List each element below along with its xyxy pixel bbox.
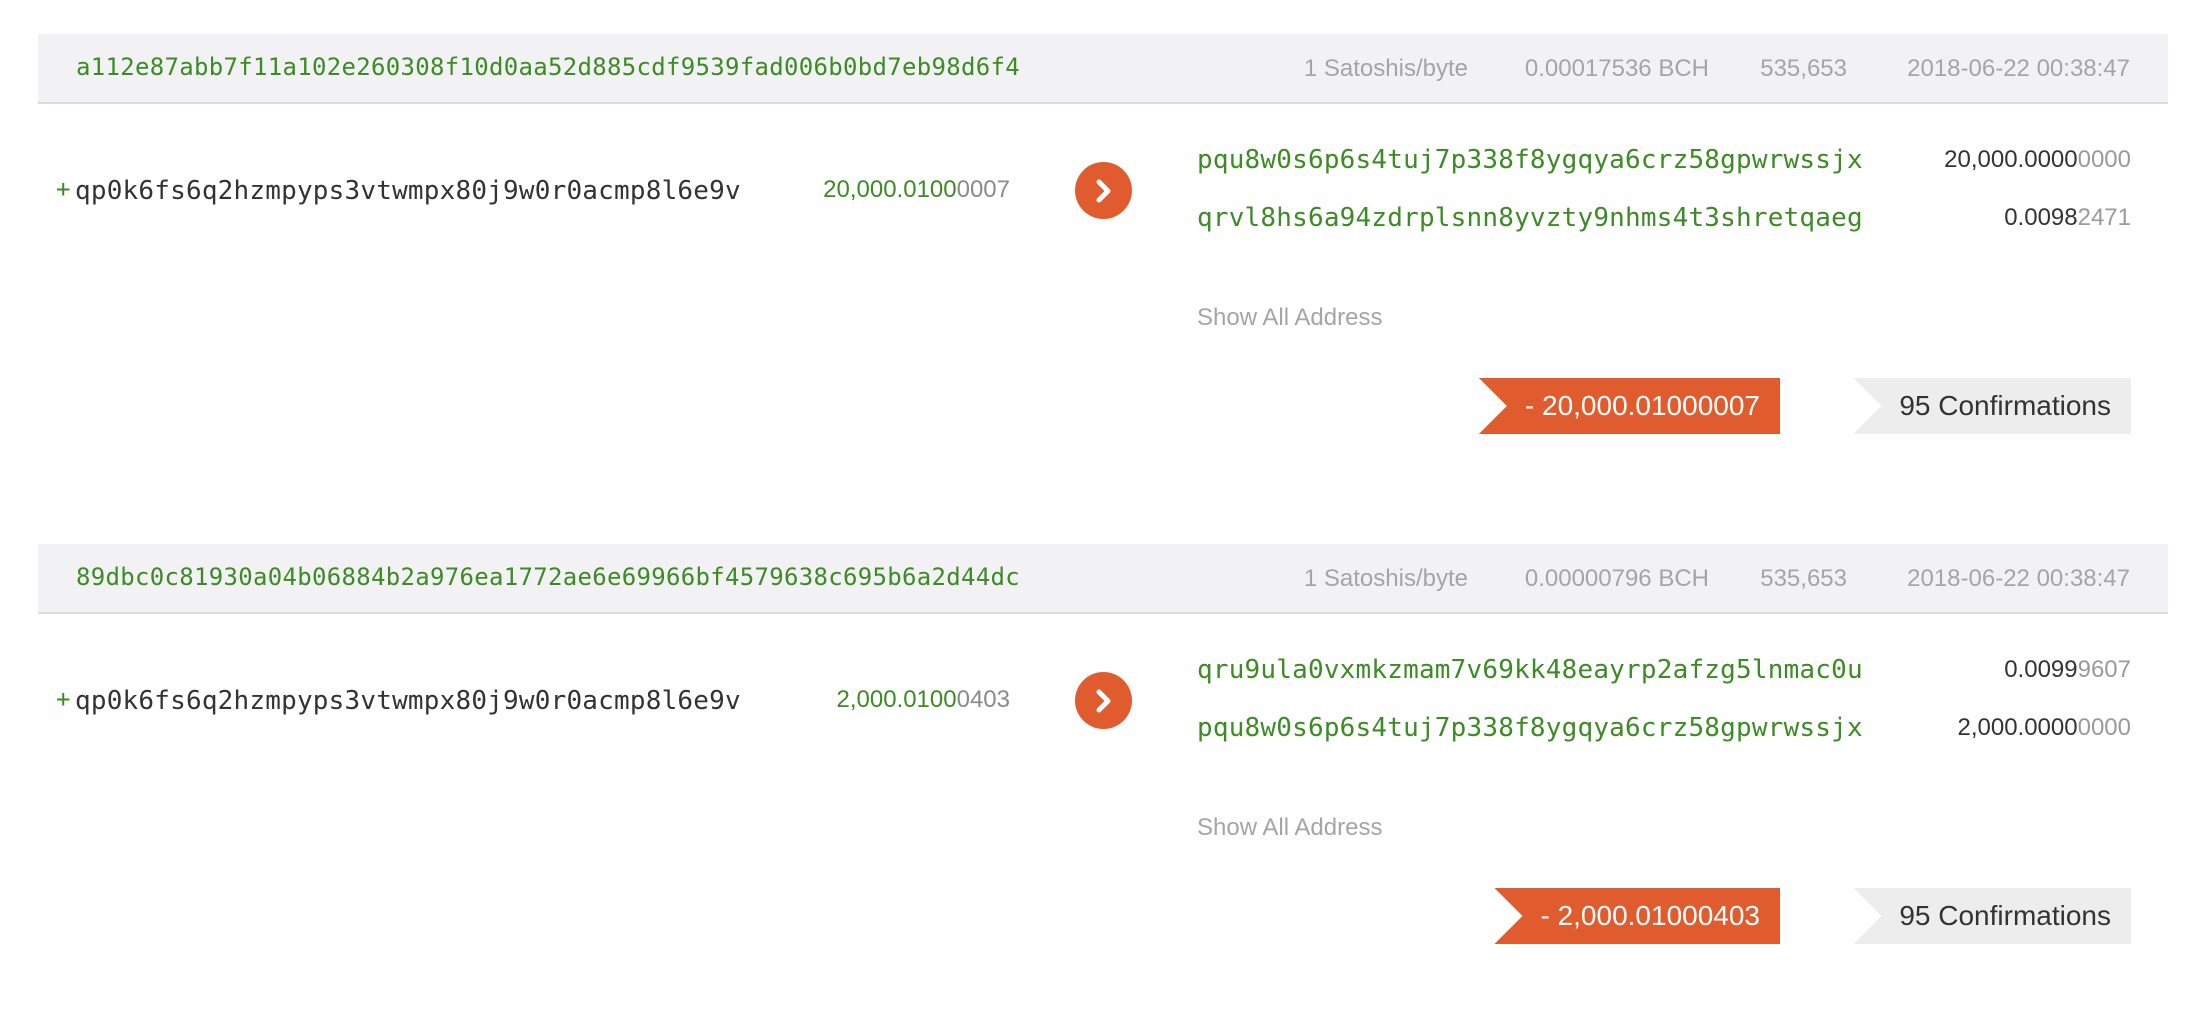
fee-rate: 1 Satoshis/byte <box>1303 565 1468 592</box>
input-amount: 2,000.01000403 <box>836 686 1010 714</box>
output-amount-minor: 0000 <box>2077 714 2131 741</box>
show-all-address-link[interactable]: Show All Address <box>1197 304 1382 332</box>
fee-rate: 1 Satoshis/byte <box>1303 55 1468 82</box>
fee-amount: 0.00000796 BCH <box>1524 565 1709 592</box>
input-plus-icon: + <box>56 175 71 203</box>
output-amount: 0.00999607 <box>2004 656 2131 684</box>
confirmations-badge: 95 Confirmations <box>1853 888 2131 944</box>
output-amount-minor: 9607 <box>2077 656 2131 683</box>
input-address: qp0k6fs6q2hzmpyps3vtwmpx80j9w0r0acmp8l6e… <box>75 686 741 716</box>
output-amount-minor: 0000 <box>2077 146 2131 173</box>
arrow-button[interactable] <box>1075 672 1132 729</box>
input-amount-minor: 0403 <box>956 686 1010 713</box>
output-amount-major: 0.0098 <box>2004 204 2078 231</box>
output-address-link[interactable]: pqu8w0s6p6s4tuj7p338f8ygqya6crz58gpwrwss… <box>1197 713 1863 743</box>
input-address: qp0k6fs6q2hzmpyps3vtwmpx80j9w0r0acmp8l6e… <box>75 176 741 206</box>
total-amount-badge: - 20,000.01000007 <box>1478 378 1780 434</box>
output-amount: 0.00982471 <box>2004 204 2131 232</box>
show-all-address-link[interactable]: Show All Address <box>1197 814 1382 842</box>
transaction-hash-link[interactable]: a112e87abb7f11a102e260308f10d0aa52d885cd… <box>76 53 1020 81</box>
input-amount-major: 2,000.0100 <box>836 686 957 713</box>
chevron-right-icon <box>1096 689 1111 713</box>
total-amount-badge: - 2,000.01000403 <box>1494 888 1780 944</box>
transaction-hash-link[interactable]: 89dbc0c81930a04b06884b2a976ea1772ae6e699… <box>76 563 1020 591</box>
output-address-link[interactable]: pqu8w0s6p6s4tuj7p338f8ygqya6crz58gpwrwss… <box>1197 145 1863 175</box>
transaction-card: 89dbc0c81930a04b06884b2a976ea1772ae6e699… <box>0 510 2208 1020</box>
transaction-header: 89dbc0c81930a04b06884b2a976ea1772ae6e699… <box>38 544 2168 614</box>
transaction-card: a112e87abb7f11a102e260308f10d0aa52d885cd… <box>0 0 2208 510</box>
transaction-list: a112e87abb7f11a102e260308f10d0aa52d885cd… <box>0 0 2208 1020</box>
input-plus-icon: + <box>56 685 71 713</box>
input-amount-minor: 0007 <box>956 176 1010 203</box>
output-amount: 20,000.00000000 <box>1944 146 2131 174</box>
transaction-header: a112e87abb7f11a102e260308f10d0aa52d885cd… <box>38 34 2168 104</box>
timestamp: 2018-06-22 00:38:47 <box>1907 565 2130 592</box>
block-height: 535,653 <box>1760 55 1847 82</box>
output-amount: 2,000.00000000 <box>1957 714 2131 742</box>
output-address-link[interactable]: qru9ula0vxmkzmam7v69kk48eayrp2afzg5lnmac… <box>1197 655 1863 685</box>
input-amount: 20,000.01000007 <box>823 176 1010 204</box>
arrow-button[interactable] <box>1075 162 1132 219</box>
output-amount-minor: 2471 <box>2077 204 2131 231</box>
confirmations-badge: 95 Confirmations <box>1853 378 2131 434</box>
chevron-right-icon <box>1096 179 1111 203</box>
block-height: 535,653 <box>1760 565 1847 592</box>
timestamp: 2018-06-22 00:38:47 <box>1907 55 2130 82</box>
output-amount-major: 0.0099 <box>2004 656 2078 683</box>
output-address-link[interactable]: qrvl8hs6a94zdrplsnn8yvzty9nhms4t3shretqa… <box>1197 203 1863 233</box>
fee-amount: 0.00017536 BCH <box>1524 55 1709 82</box>
output-amount-major: 20,000.0000 <box>1944 146 2078 173</box>
output-amount-major: 2,000.0000 <box>1957 714 2078 741</box>
input-amount-major: 20,000.0100 <box>823 176 957 203</box>
